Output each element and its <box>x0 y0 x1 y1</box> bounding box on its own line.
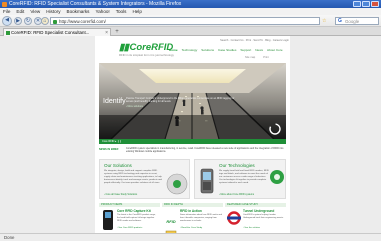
card-link[interactable]: › See Core RFID products <box>117 227 142 229</box>
product-news-card: PRODUCT NEWS Core RFID Capture Kit The l… <box>99 203 160 233</box>
status-bar: Done <box>0 233 381 241</box>
hero-description: Passive Transport Corridor's Underground… <box>126 97 235 104</box>
webpage: Search · Contact Us · Print · Send To · … <box>95 36 290 233</box>
close-window-button[interactable] <box>371 1 379 7</box>
card-heading: FEATURED CASE STUDY <box>225 203 286 207</box>
card-body: Some information about how RFID works an… <box>180 214 222 222</box>
tab-strip: CoreRFID: RFID Specialist Consultant... … <box>0 27 381 36</box>
tab-label: CoreRFID: RFID Specialist Consultant... <box>11 30 90 35</box>
print-link[interactable]: Print <box>263 56 268 59</box>
nav-news[interactable]: News <box>255 48 263 52</box>
corerfid-logo[interactable]: ▮▮CoreRFID <box>119 42 173 53</box>
tab-close-icon[interactable]: × <box>105 29 108 36</box>
new-tab-button[interactable]: + <box>113 28 121 36</box>
search-box[interactable]: G Google <box>335 17 379 25</box>
underground-roundel-icon <box>227 211 241 225</box>
card-link[interactable]: › Read the Case Study <box>180 227 202 229</box>
card-body: The latest in the CoreRFID product range… <box>117 214 156 222</box>
card-title[interactable]: RFID in Action <box>180 209 202 213</box>
minimize-button[interactable] <box>353 1 361 7</box>
tab-favicon-icon <box>6 31 10 35</box>
card-heading: PRODUCT NEWS <box>99 203 160 207</box>
navigation-toolbar: ◀ ▶ ↻ ✕ ⌂ http://www.corerfid.com/ ☆ G G… <box>0 15 381 27</box>
bookmark-star-icon[interactable]: ☆ <box>322 18 326 24</box>
logo-text: CoreRFID <box>129 42 174 53</box>
rfid-tag-icon <box>270 170 284 184</box>
menu-yahoo[interactable]: Yahoo! <box>95 8 109 15</box>
hero-more-link[interactable]: › More solutions <box>126 105 143 108</box>
menu-edit[interactable]: Edit <box>16 8 24 15</box>
card-link[interactable]: › See the solution <box>243 227 260 229</box>
featured-case-study-card: FEATURED CASE STUDY Tunnel Underground C… <box>225 203 286 233</box>
url-text: http://www.corerfid.com/ <box>59 19 106 24</box>
home-button[interactable]: ⌂ <box>41 17 49 25</box>
news-text[interactable]: CoreRFID system specialists in manufactu… <box>126 147 286 154</box>
nav-about[interactable]: About Core <box>267 48 283 52</box>
solutions-title[interactable]: Our Solutions <box>104 163 132 168</box>
solutions-link[interactable]: › Core all Case Study Solutions <box>104 193 137 196</box>
maximize-button[interactable] <box>362 1 370 7</box>
menu-bookmarks[interactable]: Bookmarks <box>67 8 90 15</box>
menu-bar: File Edit View History Bookmarks Yahoo! … <box>0 8 381 15</box>
rfid-in-depth-card: RFID IN DEPTH RFID RFID in Action Some i… <box>162 203 223 233</box>
window-controls <box>353 1 379 7</box>
card-title[interactable]: Core RFID Capture Kit <box>117 209 151 213</box>
technologies-body: We supply hand held and fixed RFID reade… <box>219 170 269 184</box>
sitemap-link[interactable]: Site map <box>245 56 255 59</box>
nav-technology[interactable]: Technology <box>182 48 198 52</box>
technologies-link[interactable]: › More about Core RFID systems <box>219 193 254 196</box>
news-label: NEWS IN BRIEF <box>99 148 119 151</box>
content-viewport: Search · Contact Us · Print · Send To · … <box>0 36 381 233</box>
nav-case-studies[interactable]: Case Studies <box>218 48 236 52</box>
card-heading: RFID IN DEPTH <box>162 203 223 207</box>
logo-bars-icon: ▮▮ <box>119 42 129 53</box>
menu-file[interactable]: File <box>3 8 10 15</box>
google-icon: G <box>338 18 342 24</box>
status-text: Done <box>4 235 15 240</box>
forward-button[interactable]: ▶ <box>14 17 22 25</box>
main-navigation: Home Technology Solutions Case Studies S… <box>169 48 283 52</box>
window-title: CoreRFID: RFID Specialist Consultants & … <box>9 1 182 7</box>
solutions-body: We integrate, design, build and support … <box>104 170 162 184</box>
utility-links[interactable]: Search · Contact Us · Print · Send To · … <box>191 39 289 42</box>
menu-history[interactable]: History <box>46 8 60 15</box>
card-body: CoreRFID's system helping London Undergr… <box>243 214 284 219</box>
search-placeholder: Google <box>345 19 360 24</box>
tab-corerfid[interactable]: CoreRFID: RFID Specialist Consultant... … <box>3 28 111 36</box>
reload-button[interactable]: ↻ <box>24 17 32 25</box>
nav-home[interactable]: Home <box>169 48 178 52</box>
back-button[interactable]: ◀ <box>2 16 12 26</box>
hero-title: Identify <box>103 98 126 105</box>
menu-view[interactable]: View <box>30 8 40 15</box>
sub-navigation: Site map Print <box>245 56 269 59</box>
rfid-badge-icon: RFID <box>164 210 178 233</box>
url-bar[interactable]: http://www.corerfid.com/ <box>50 17 320 25</box>
nav-solutions[interactable]: Solutions <box>201 48 214 52</box>
solutions-panel: Our Solutions We integrate, design, buil… <box>99 159 190 199</box>
rfid-tag-disc-icon <box>166 173 188 195</box>
handheld-reader-icon <box>200 168 214 194</box>
tagline: RFID in its simplest form it is just tec… <box>119 53 174 57</box>
hero-caption-bar[interactable]: Core RFID ▸ ❙❙ <box>99 139 286 144</box>
technologies-title[interactable]: Our Technologies <box>219 163 255 168</box>
technologies-panel: Our Technologies We supply hand held and… <box>194 159 286 199</box>
firefox-icon <box>2 1 7 7</box>
menu-help[interactable]: Help <box>132 8 141 15</box>
menu-tools[interactable]: Tools <box>116 8 127 15</box>
rfid-badge-text: RFID <box>166 219 176 224</box>
nav-support[interactable]: Support <box>240 48 251 52</box>
capture-kit-device-icon <box>103 210 113 230</box>
site-favicon-icon <box>53 19 57 24</box>
window-titlebar: CoreRFID: RFID Specialist Consultants & … <box>0 0 381 8</box>
card-title[interactable]: Tunnel Underground <box>243 209 274 213</box>
